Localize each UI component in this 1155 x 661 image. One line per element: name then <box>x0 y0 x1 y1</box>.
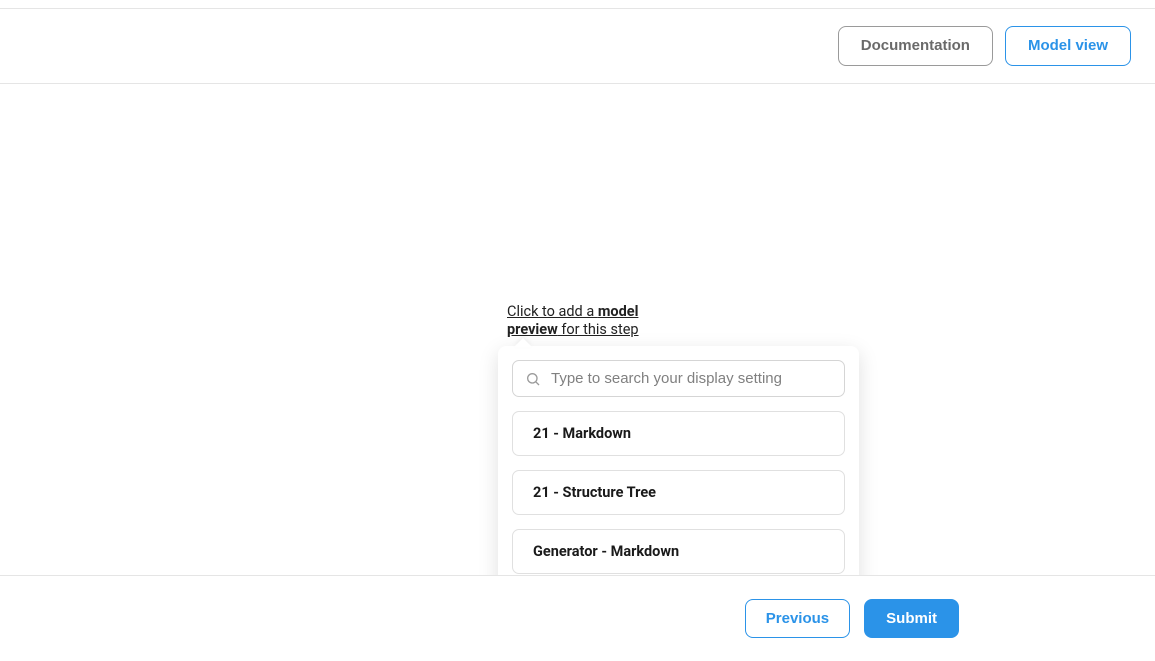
option-21-structure-tree[interactable]: 21 - Structure Tree <box>512 470 845 515</box>
main-area: Click to add a model preview for this st… <box>0 84 1155 575</box>
submit-button[interactable]: Submit <box>864 599 959 638</box>
option-generator-markdown[interactable]: Generator - Markdown <box>512 529 845 574</box>
previous-button[interactable]: Previous <box>745 599 850 638</box>
search-input[interactable] <box>551 370 832 387</box>
documentation-button[interactable]: Documentation <box>838 26 993 66</box>
footer-toolbar: Previous Submit <box>0 575 1155 661</box>
header-toolbar: Documentation Model view <box>0 9 1155 84</box>
prompt-suffix: for this step <box>558 321 639 338</box>
option-21-markdown[interactable]: 21 - Markdown <box>512 411 845 456</box>
prompt-prefix: Click to add a <box>507 303 598 320</box>
model-view-button[interactable]: Model view <box>1005 26 1131 66</box>
add-model-preview-link[interactable]: Click to add a model preview for this st… <box>507 303 659 339</box>
search-icon <box>525 371 541 387</box>
search-row <box>512 360 845 397</box>
